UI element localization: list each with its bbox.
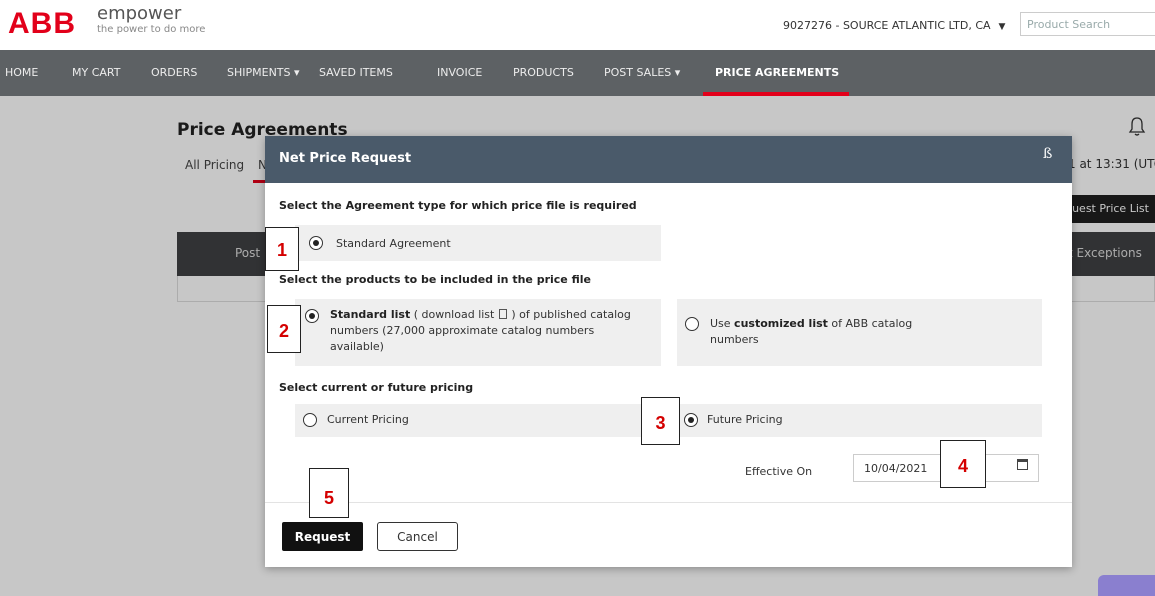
standard-list-option[interactable]: Standard list ( download list ) of publi… [295, 299, 661, 366]
standard-agreement-label: Standard Agreement [336, 237, 451, 250]
calendar-icon[interactable] [1017, 459, 1028, 470]
customized-list-pre: Use [710, 317, 735, 330]
nav-shipments[interactable]: SHIPMENTS ▾ [227, 50, 300, 96]
account-label: 9027276 - SOURCE ATLANTIC LTD, CA [783, 19, 991, 32]
future-pricing-label[interactable]: Future Pricing [707, 412, 783, 428]
customized-list-text: Use customized list of ABB catalog numbe… [710, 316, 920, 348]
nav-products[interactable]: PRODUCTS [513, 50, 574, 96]
dialog-header: Net Price Request ß [265, 136, 1072, 183]
future-pricing-radio[interactable] [684, 413, 698, 427]
top-header: ABB empower the power to do more 9027276… [0, 0, 1155, 50]
cancel-button[interactable]: Cancel [377, 522, 458, 551]
nav-orders[interactable]: ORDERS [151, 50, 197, 96]
current-pricing-label[interactable]: Current Pricing [327, 412, 409, 428]
download-file-icon[interactable] [498, 309, 507, 319]
pricing-label: Select current or future pricing [279, 381, 474, 394]
standard-list-mid: ( download list [410, 308, 498, 321]
step-marker-5: 5 [309, 468, 349, 518]
standard-list-text: Standard list ( download list ) of publi… [330, 307, 645, 355]
abb-logo[interactable]: ABB [8, 8, 76, 40]
request-button[interactable]: Request [282, 522, 363, 551]
standard-agreement-option[interactable]: Standard Agreement [295, 225, 661, 261]
account-selector[interactable]: 9027276 - SOURCE ATLANTIC LTD, CA ▼ [783, 19, 1005, 32]
current-pricing-radio[interactable] [303, 413, 317, 427]
step-marker-3: 3 [641, 397, 680, 445]
nav-post-sales[interactable]: POST SALES ▾ [604, 50, 680, 96]
brand: empower the power to do more [97, 5, 205, 37]
products-label: Select the products to be included in th… [279, 273, 591, 286]
net-price-request-dialog: Net Price Request ß Select the Agreement… [265, 136, 1072, 567]
standard-list-bold: Standard list [330, 308, 411, 321]
standard-agreement-radio[interactable] [309, 236, 323, 250]
agreement-type-label: Select the Agreement type for which pric… [279, 199, 637, 212]
customized-list-radio[interactable] [685, 317, 699, 331]
effective-on-label: Effective On [745, 465, 813, 478]
main-nav: HOME MY CART ORDERS SHIPMENTS ▾ SAVED IT… [0, 50, 1155, 96]
customized-list-option[interactable]: Use customized list of ABB catalog numbe… [677, 299, 1042, 366]
step-marker-1: 1 [265, 227, 299, 271]
brand-tagline: the power to do more [97, 24, 206, 35]
dialog-title: Net Price Request [279, 151, 412, 166]
nav-home[interactable]: HOME [5, 50, 38, 96]
standard-list-radio[interactable] [305, 309, 319, 323]
step-marker-4: 4 [940, 440, 986, 488]
close-icon[interactable]: ß [1043, 146, 1052, 162]
customized-list-bold: customized list [734, 317, 828, 330]
help-widget[interactable] [1098, 575, 1155, 596]
step-marker-2: 2 [267, 305, 301, 353]
dialog-divider [265, 502, 1072, 503]
nav-price-agreements[interactable]: PRICE AGREEMENTS [715, 50, 839, 96]
nav-my-cart[interactable]: MY CART [72, 50, 120, 96]
nav-saved-items[interactable]: SAVED ITEMS [319, 50, 393, 96]
brand-name: empower [97, 3, 182, 24]
caret-down-icon: ▼ [998, 22, 1006, 32]
product-search-input[interactable] [1020, 12, 1155, 36]
nav-invoice[interactable]: INVOICE [437, 50, 482, 96]
